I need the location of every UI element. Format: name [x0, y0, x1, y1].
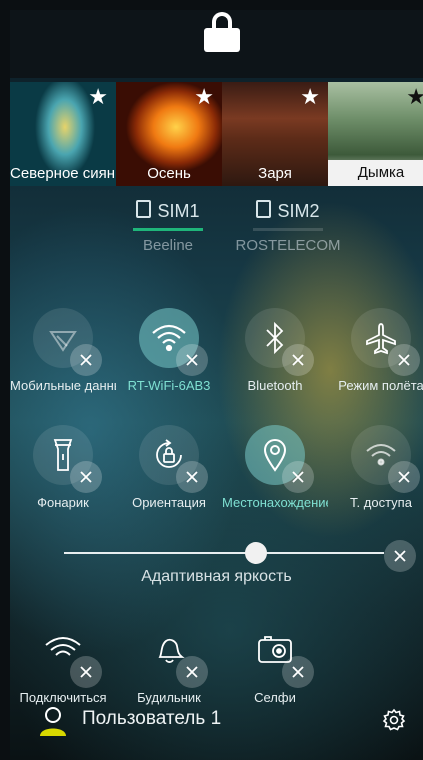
theme-strip: ★ Северное сияние ★ Осень ★ Заря ★ Дымка — [10, 82, 423, 186]
theme-haze[interactable]: ★ Дымка — [328, 82, 423, 186]
theme-dawn[interactable]: ★ Заря — [222, 82, 328, 186]
sim2-name: SIM2 — [277, 201, 320, 221]
toggle-flashlight[interactable]: Фонарик — [10, 425, 116, 525]
theme-label: Заря — [258, 165, 292, 182]
remove-close-icon[interactable] — [70, 344, 102, 376]
tile-label: Т. доступа — [350, 495, 412, 510]
toggle-orientation[interactable]: Ориентация — [116, 425, 222, 525]
toggle-wifi[interactable]: RT-WiFi-6AB3 — [116, 308, 222, 408]
brightness-slider-track[interactable] — [64, 552, 384, 554]
sim2-operator: ROSTELECOM — [235, 237, 341, 254]
tile-label: Мобильные данные — [10, 378, 116, 393]
remove-close-icon[interactable] — [70, 461, 102, 493]
tile-label: Местонахождение — [222, 495, 328, 510]
remove-close-icon[interactable] — [70, 656, 102, 688]
sim-card-icon — [256, 200, 272, 218]
theme-label: Осень — [147, 165, 191, 182]
remove-close-icon[interactable] — [176, 656, 208, 688]
sim1-name: SIM1 — [157, 201, 200, 221]
toggle-hotspot[interactable]: Т. доступа — [328, 425, 423, 525]
remove-close-icon[interactable] — [282, 461, 314, 493]
sim1-indicator — [133, 228, 203, 231]
theme-autumn[interactable]: ★ Осень — [116, 82, 222, 186]
lock-icon[interactable] — [204, 12, 242, 52]
theme-label: Северное сияние — [10, 165, 116, 182]
tile-label: RT-WiFi-6AB3 — [127, 378, 211, 393]
user-bar: Пользователь 1 — [10, 700, 423, 750]
lock-bar — [10, 10, 423, 78]
theme-label: Дымка — [328, 160, 423, 186]
favorite-star-icon[interactable]: ★ — [406, 85, 423, 110]
user-name[interactable]: Пользователь 1 — [82, 708, 221, 730]
sim2-tab[interactable]: SIM2 ROSTELECOM — [228, 200, 348, 254]
brightness-control: Адаптивная яркость — [10, 540, 423, 590]
favorite-star-icon[interactable]: ★ — [88, 85, 108, 110]
toggle-mobile-data[interactable]: Мобильные данные — [10, 308, 116, 408]
favorite-star-icon[interactable]: ★ — [194, 85, 214, 110]
toggle-airplane-mode[interactable]: Режим полёта — [328, 308, 423, 408]
remove-close-icon[interactable] — [388, 344, 420, 376]
remove-close-icon[interactable] — [388, 461, 420, 493]
remove-close-icon[interactable] — [282, 344, 314, 376]
remove-close-icon[interactable] — [384, 540, 416, 572]
tile-label: Ориентация — [132, 495, 206, 510]
user-avatar-icon[interactable] — [38, 706, 68, 736]
sim1-operator: Beeline — [142, 237, 194, 254]
remove-close-icon[interactable] — [176, 344, 208, 376]
quick-settings-panel: ★ Северное сияние ★ Осень ★ Заря ★ Дымка… — [10, 10, 423, 760]
favorite-star-icon[interactable]: ★ — [300, 85, 320, 110]
remove-close-icon[interactable] — [282, 656, 314, 688]
sim1-tab[interactable]: SIM1 Beeline — [108, 200, 228, 254]
tile-label: Bluetooth — [247, 378, 303, 393]
sim-selector: SIM1 Beeline SIM2 ROSTELECOM — [10, 200, 423, 270]
settings-gear-icon[interactable] — [382, 708, 406, 732]
brightness-slider-thumb[interactable] — [245, 542, 267, 564]
theme-northern-lights[interactable]: ★ Северное сияние — [10, 82, 116, 186]
sim2-indicator — [253, 228, 323, 231]
toggle-location[interactable]: Местонахождение — [222, 425, 328, 525]
brightness-label: Адаптивная яркость — [141, 568, 292, 585]
tile-label: Фонарик — [37, 495, 89, 510]
toggle-bluetooth[interactable]: Bluetooth — [222, 308, 328, 408]
sim-card-icon — [136, 200, 152, 218]
remove-close-icon[interactable] — [176, 461, 208, 493]
tile-label: Режим полёта — [338, 378, 423, 393]
